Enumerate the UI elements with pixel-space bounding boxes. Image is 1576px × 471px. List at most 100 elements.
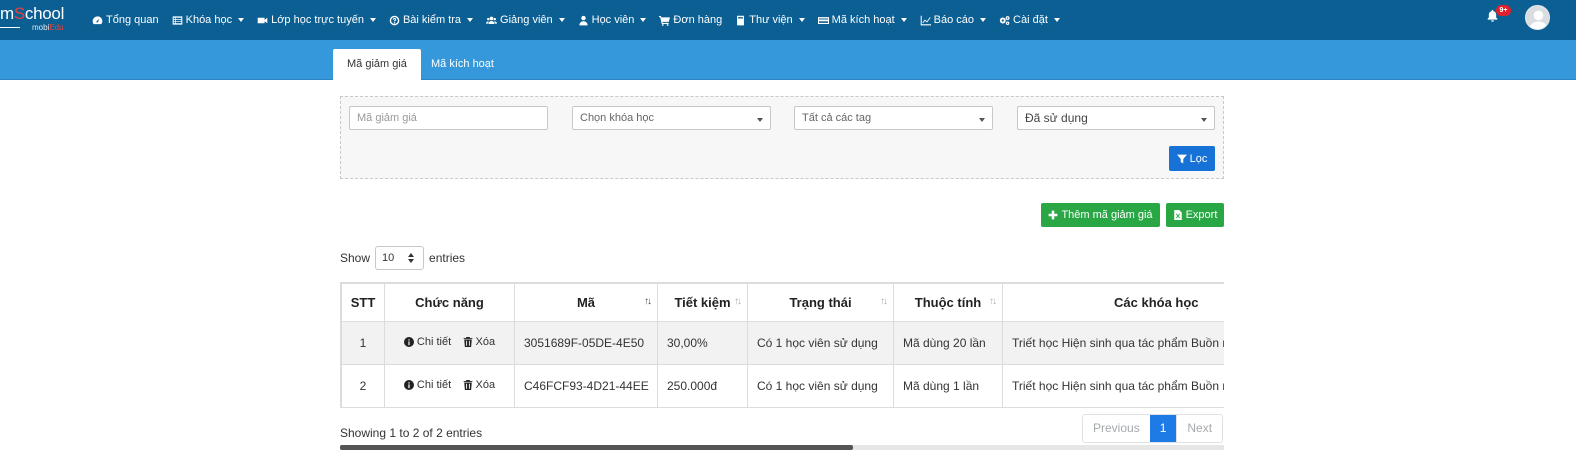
nav-item-overview[interactable]: Tổng quan xyxy=(92,14,159,26)
avatar-placeholder-icon xyxy=(1529,10,1548,29)
info-circle-icon xyxy=(403,336,414,347)
column-header-attribute[interactable]: Thuộc tính ↑↓ xyxy=(893,282,1003,322)
gears-icon xyxy=(999,15,1010,25)
chevron-down-icon xyxy=(900,18,907,22)
delete-button[interactable]: Xóa xyxy=(463,379,495,391)
chevron-down-icon xyxy=(979,118,985,122)
cell-code: C46FCF93-4D21-44EE xyxy=(514,363,658,408)
chevron-down-icon xyxy=(1201,118,1207,122)
cart-icon xyxy=(659,15,671,26)
updown-arrow-icon xyxy=(408,253,415,263)
filter-panel: Mã giảm giá Chọn khóa học Tất cả các tag… xyxy=(340,96,1224,179)
tag-select[interactable]: Tất cả các tag xyxy=(794,106,993,130)
cell-attribute: Mã dùng 1 lần xyxy=(893,363,1003,408)
list-icon xyxy=(172,15,182,25)
cell-courses: Triết học Hiện sinh qua tác phẩm Buồn nô… xyxy=(1002,363,1224,408)
tab-activation-codes[interactable]: Mã kích hoạt xyxy=(417,49,508,80)
table-row: 1 Chi tiết Xóa 3051689F-05DE-4E50 30,00%… xyxy=(341,320,1224,365)
detail-button[interactable]: Chi tiết xyxy=(403,379,451,391)
cell-saving: 250.000đ xyxy=(657,363,748,408)
trash-icon xyxy=(463,379,472,390)
video-camera-icon xyxy=(257,17,268,23)
cell-code: 3051689F-05DE-4E50 xyxy=(514,320,658,365)
cell-actions: Chi tiết Xóa xyxy=(384,320,515,365)
page-1-button[interactable]: 1 xyxy=(1149,415,1177,442)
tab-discount-codes[interactable]: Mã giảm giá xyxy=(333,49,421,80)
nav-item-orders[interactable]: Đơn hàng xyxy=(659,14,722,26)
export-button[interactable]: Export xyxy=(1166,203,1224,227)
column-header-stt[interactable]: STT xyxy=(341,282,385,322)
chevron-down-icon xyxy=(798,18,805,22)
sub-tab-bar: Mã giảm giá Mã kích hoạt xyxy=(0,40,1576,80)
discount-code-input[interactable]: Mã giảm giá xyxy=(349,106,548,130)
chevron-down-icon xyxy=(558,18,565,22)
filter-icon xyxy=(1176,154,1187,163)
scrollbar-thumb[interactable] xyxy=(340,445,853,450)
add-discount-code-button[interactable]: Thêm mã giảm giá xyxy=(1041,203,1160,227)
column-header-status[interactable]: Trạng thái ↑↓ xyxy=(747,282,894,322)
nav-item-settings[interactable]: Cài đặt xyxy=(999,14,1060,26)
nav-item-online-classes[interactable]: Lớp học trực tuyến xyxy=(257,14,376,26)
book-icon xyxy=(737,15,745,25)
sort-icon: ↑↓ xyxy=(880,296,888,307)
chevron-down-icon xyxy=(238,18,245,22)
nav-item-library[interactable]: Thư viện xyxy=(735,14,805,26)
column-header-functions[interactable]: Chức năng xyxy=(384,282,515,322)
column-header-code[interactable]: Mã ↑↓ xyxy=(514,282,658,322)
user-icon xyxy=(579,15,588,25)
chevron-down-icon xyxy=(980,18,987,22)
cell-status: Có 1 học viên sử dụng xyxy=(747,363,894,408)
nav-item-reports[interactable]: Báo cáo xyxy=(920,14,987,26)
table-horizontal-scrollbar[interactable] xyxy=(340,445,1224,450)
line-chart-icon xyxy=(920,15,931,25)
table-header-row: STT Chức năng Mã ↑↓ Tiết kiệm ↑↓ Trạng thá… xyxy=(341,282,1224,322)
dashboard-icon xyxy=(92,15,103,24)
discount-codes-table: STT Chức năng Mã ↑↓ Tiết kiệm ↑↓ Trạng thá… xyxy=(341,282,1224,408)
column-header-courses[interactable]: Các khóa học xyxy=(1002,282,1224,322)
cell-stt: 1 xyxy=(341,320,385,365)
chevron-down-icon xyxy=(640,18,647,22)
entries-per-page-select[interactable]: 10 xyxy=(375,246,425,270)
nav-item-tests[interactable]: Bài kiểm tra xyxy=(389,14,474,26)
sort-icon: ↑↓ xyxy=(734,296,742,307)
cell-attribute: Mã dùng 20 lần xyxy=(893,320,1003,365)
cell-courses: Triết học Hiện sinh qua tác phẩm Buồn nô… xyxy=(1002,320,1224,365)
users-icon xyxy=(486,16,498,24)
info-circle-icon xyxy=(403,379,414,390)
top-navbar: mSchool mobiEdu Tổng quan Khóa học Lớp h… xyxy=(0,0,1576,40)
previous-page-button[interactable]: Previous xyxy=(1083,415,1150,442)
nav-item-instructors[interactable]: Giảng viên xyxy=(486,14,565,26)
cell-actions: Chi tiết Xóa xyxy=(384,363,515,408)
notification-count-badge: 9+ xyxy=(1496,5,1511,16)
user-avatar[interactable] xyxy=(1525,5,1550,30)
next-page-button[interactable]: Next xyxy=(1176,415,1222,442)
pagination: Previous 1 Next xyxy=(1082,414,1224,443)
nav-item-activation-codes[interactable]: Mã kích hoạt xyxy=(817,14,907,26)
cell-saving: 30,00% xyxy=(657,320,748,365)
mschool-logo[interactable]: mSchool mobiEdu xyxy=(0,3,80,37)
usage-status-select[interactable]: Đã sử dụng xyxy=(1017,106,1215,130)
entries-length-control: Show 10 entries xyxy=(340,246,465,270)
delete-button[interactable]: Xóa xyxy=(463,336,495,348)
plus-icon xyxy=(1049,210,1058,220)
nav-item-courses[interactable]: Khóa học xyxy=(172,14,245,26)
sort-icon: ↑↓ xyxy=(644,296,652,307)
main-menu: Tổng quan Khóa học Lớp học trực tuyến Bà… xyxy=(92,0,1073,40)
question-circle-icon xyxy=(389,15,400,25)
column-header-saving[interactable]: Tiết kiệm ↑↓ xyxy=(657,282,748,322)
discount-codes-table-wrapper: STT Chức năng Mã ↑↓ Tiết kiệm ↑↓ Trạng thá… xyxy=(340,282,1224,408)
chevron-down-icon xyxy=(369,18,376,22)
filter-button[interactable]: Lọc xyxy=(1169,146,1215,171)
table-info-text: Showing 1 to 2 of 2 entries xyxy=(340,426,483,440)
sort-icon: ↑↓ xyxy=(989,296,997,307)
detail-button[interactable]: Chi tiết xyxy=(403,336,451,348)
nav-item-students[interactable]: Học viên xyxy=(578,14,647,26)
file-excel-icon xyxy=(1173,210,1182,220)
trash-icon xyxy=(463,336,472,347)
course-select[interactable]: Chọn khóa học xyxy=(572,106,771,130)
chevron-down-icon xyxy=(467,18,474,22)
cell-stt: 2 xyxy=(341,363,385,408)
table-row: 2 Chi tiết Xóa C46FCF93-4D21-44EE 250.00… xyxy=(341,363,1224,408)
chevron-down-icon xyxy=(1053,18,1060,22)
cell-status: Có 1 học viên sử dụng xyxy=(747,320,894,365)
